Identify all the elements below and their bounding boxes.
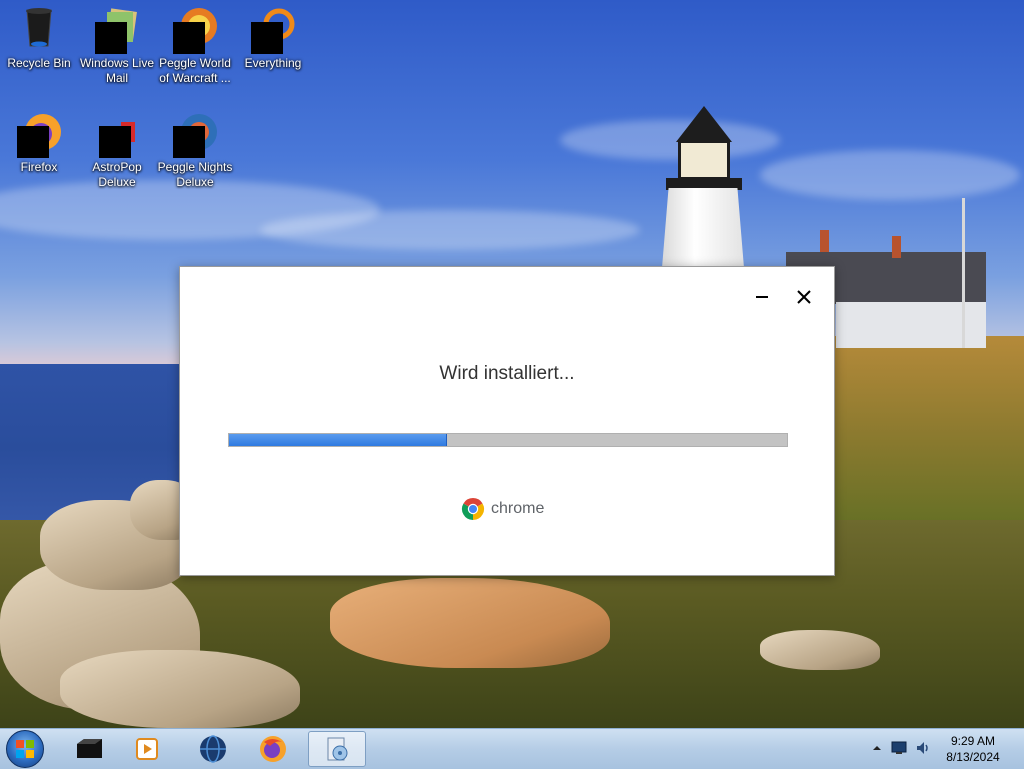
taskbar-clock[interactable]: 9:29 AM 8/13/2024 — [932, 733, 1014, 765]
recycle-bin-icon — [17, 6, 61, 50]
desktop-icon-label: Peggle Nights Deluxe — [157, 160, 233, 189]
desktop-icon-peggle-wow[interactable]: Peggle World of Warcraft ... — [156, 6, 234, 86]
network-tray-button[interactable] — [890, 739, 908, 757]
firefox-icon — [17, 110, 61, 158]
astropop-icon — [95, 110, 139, 158]
chrome-installer-dialog: Wird installiert... chrome — [179, 266, 835, 576]
install-status-text: Wird installiert... — [439, 363, 575, 384]
desktop-icon-windows-live-mail[interactable]: Windows Live Mail — [78, 6, 156, 86]
desktop-icon-label: Everything — [244, 56, 302, 70]
everything-search-icon — [251, 6, 295, 54]
desktop-icon-label: Peggle World of Warcraft ... — [159, 56, 231, 85]
desktop-icon-label: Windows Live Mail — [79, 56, 155, 85]
windows-start-icon — [16, 740, 34, 758]
taskbar-button-media-player[interactable] — [118, 731, 176, 767]
volume-icon — [917, 742, 928, 754]
clock-time: 9:29 AM — [950, 734, 996, 748]
chrome-brand-label: chrome — [491, 500, 545, 517]
desktop-icon-label: Firefox — [20, 160, 58, 174]
peggle-nights-icon — [173, 110, 217, 158]
media-player-icon — [136, 738, 158, 760]
minimize-icon — [756, 296, 768, 298]
globe-browser-icon — [200, 735, 226, 763]
show-hidden-icons-button[interactable] — [868, 739, 886, 757]
desktop-icon-astropop[interactable]: AstroPop Deluxe — [78, 110, 156, 190]
close-icon — [797, 290, 811, 304]
close-button[interactable] — [792, 285, 816, 309]
start-button[interactable] — [6, 730, 44, 768]
peggle-wow-icon — [173, 6, 217, 54]
taskbar-button-firefox[interactable] — [244, 731, 302, 767]
windows-live-mail-icon — [95, 6, 139, 54]
clock-date: 8/13/2024 — [946, 750, 1000, 764]
desktop-icon-label: Recycle Bin — [7, 56, 71, 70]
taskbar: 9:29 AM 8/13/2024 — [0, 728, 1024, 769]
desktop-icon-label: AstroPop Deluxe — [92, 160, 142, 189]
install-progress-bar — [228, 433, 788, 447]
desktop-icon-peggle-nights[interactable]: Peggle Nights Deluxe — [156, 110, 234, 190]
chrome-logo-icon — [461, 498, 485, 520]
desktop-icon-everything[interactable]: Everything — [234, 6, 312, 71]
installer-setup-icon — [327, 737, 348, 761]
minimize-button[interactable] — [750, 285, 774, 309]
taskbar-button-terminal[interactable] — [60, 731, 118, 767]
taskbar-button-globe-browser[interactable] — [184, 731, 242, 767]
taskbar-button-installer[interactable] — [308, 731, 366, 767]
install-progress-fill — [229, 434, 447, 446]
network-icon — [891, 741, 907, 754]
terminal-icon — [77, 739, 102, 758]
chrome-brand: chrome — [461, 497, 544, 521]
firefox-icon — [260, 736, 286, 762]
desktop-icon-firefox[interactable]: Firefox — [0, 110, 78, 175]
chevron-up-icon — [873, 746, 881, 750]
volume-tray-button[interactable] — [914, 739, 932, 757]
desktop-icon-recycle-bin[interactable]: Recycle Bin — [0, 6, 78, 71]
